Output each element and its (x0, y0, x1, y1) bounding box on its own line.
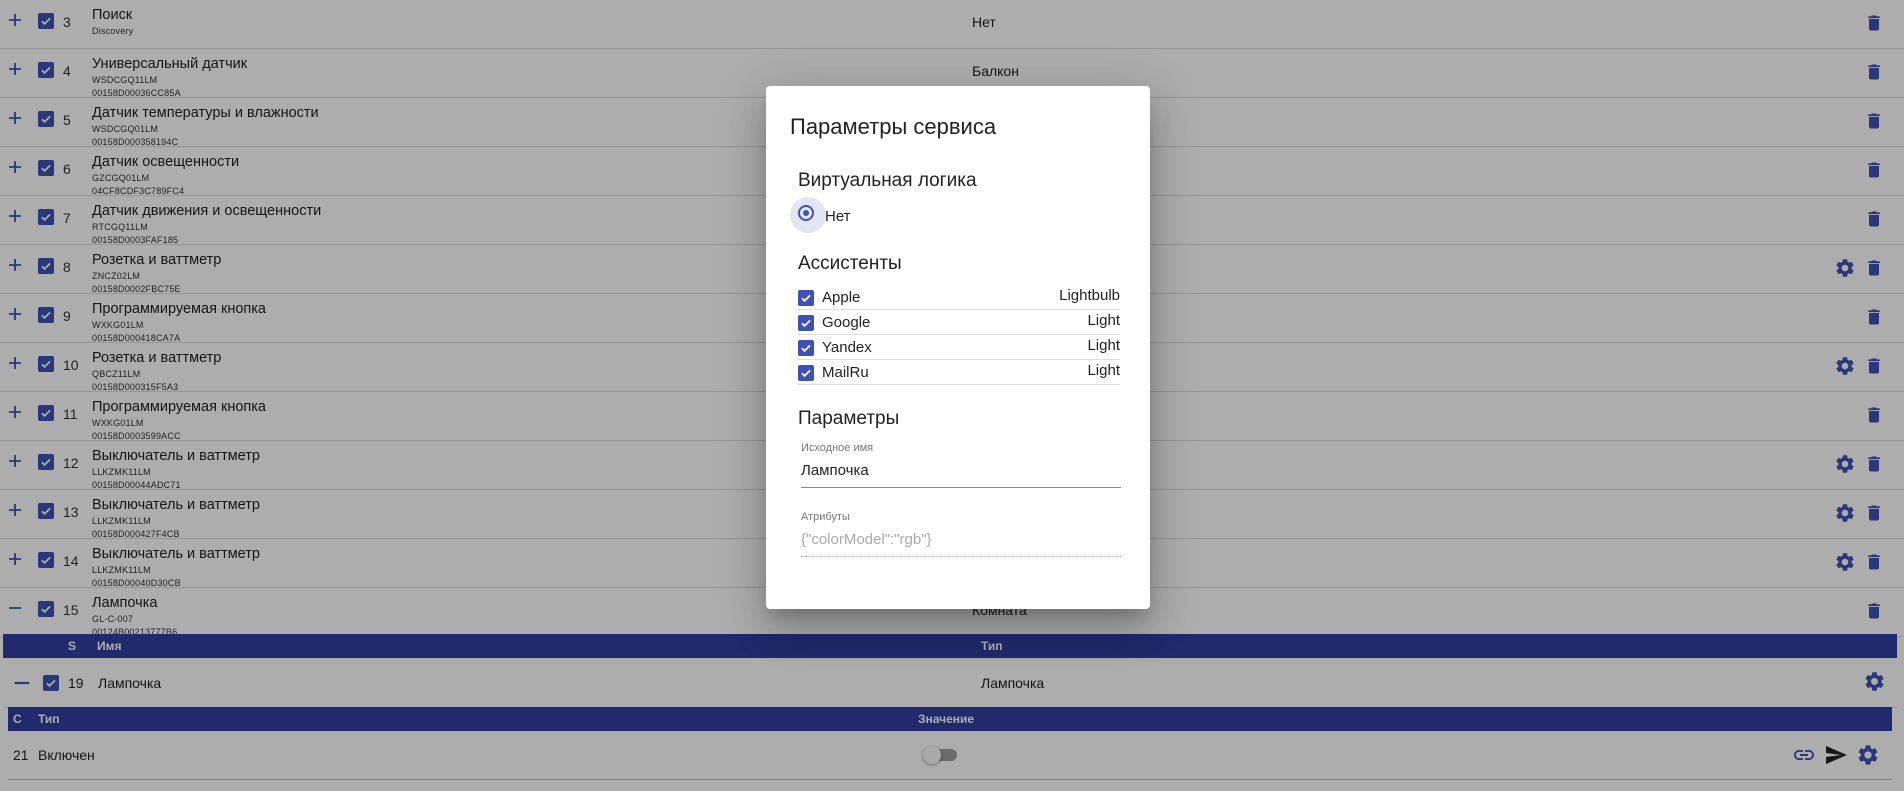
assistant-checkbox[interactable] (798, 365, 814, 381)
assistants-title: Ассистенты (798, 253, 902, 274)
source-name-underline (801, 487, 1121, 488)
assistant-row[interactable]: Apple Lightbulb (798, 286, 1120, 310)
attributes-input[interactable] (801, 531, 1121, 548)
assistant-row[interactable]: Google Light (798, 311, 1120, 335)
assistant-name: MailRu (822, 364, 869, 381)
assistant-checkbox[interactable] (798, 315, 814, 331)
attributes-underline (801, 556, 1121, 557)
virtual-logic-title: Виртуальная логика (798, 170, 977, 191)
assistant-name: Apple (822, 289, 861, 306)
assistant-name: Google (822, 314, 871, 331)
virtual-logic-radio-none[interactable] (798, 205, 814, 221)
attributes-label: Атрибуты (801, 511, 850, 523)
assistant-type[interactable]: Light (1087, 337, 1120, 354)
assistant-row[interactable]: MailRu Light (798, 361, 1120, 385)
assistant-type[interactable]: Light (1087, 312, 1120, 329)
assistant-row[interactable]: Yandex Light (798, 336, 1120, 360)
service-params-dialog: Параметры сервиса Виртуальная логика Нет… (766, 86, 1150, 609)
assistant-name: Yandex (822, 339, 872, 356)
virtual-logic-option-label: Нет (825, 208, 851, 225)
assistant-type[interactable]: Lightbulb (1059, 287, 1120, 304)
source-name-label: Исходное имя (801, 442, 874, 454)
source-name-input[interactable] (801, 462, 1121, 479)
dialog-title: Параметры сервиса (790, 114, 997, 139)
assistant-checkbox[interactable] (798, 290, 814, 306)
assistant-type[interactable]: Light (1087, 362, 1120, 379)
assistant-checkbox[interactable] (798, 340, 814, 356)
params-title: Параметры (798, 408, 900, 429)
